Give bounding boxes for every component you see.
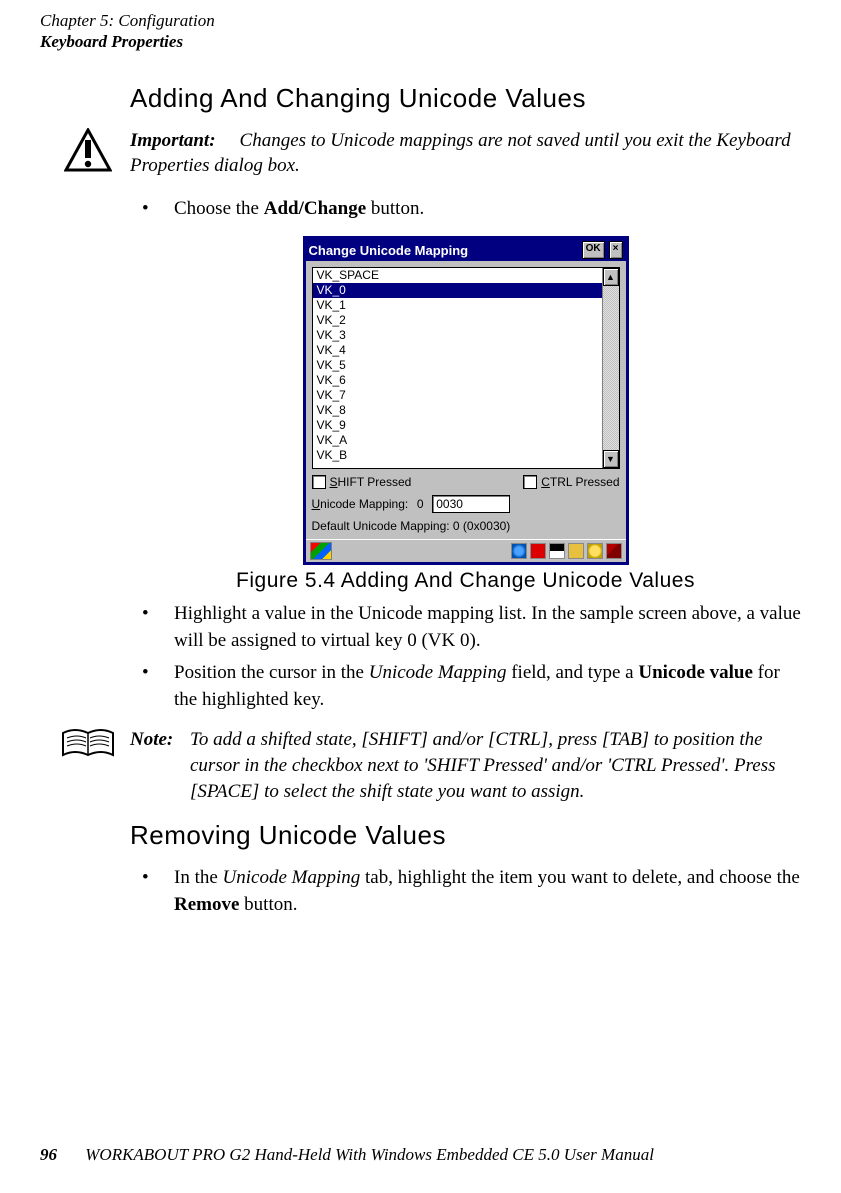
list-item[interactable]: VK_7 [313, 388, 602, 403]
page-footer: 96 WORKABOUT PRO G2 Hand-Held With Windo… [40, 1145, 654, 1165]
close-button[interactable]: × [609, 241, 623, 259]
list-item[interactable]: VK_8 [313, 403, 602, 418]
heading-adding: Adding And Changing Unicode Values [130, 83, 801, 114]
running-header: Chapter 5: Configuration Keyboard Proper… [40, 10, 801, 53]
tray-lock-icon[interactable] [568, 543, 584, 559]
bullet-highlight-value: Highlight a value in the Unicode mapping… [130, 601, 801, 654]
heading-removing: Removing Unicode Values [130, 820, 801, 851]
list-item[interactable]: VK_5 [313, 358, 602, 373]
tray-card-icon[interactable] [549, 543, 565, 559]
list-item[interactable]: VK_9 [313, 418, 602, 433]
scroll-up-icon[interactable]: ▲ [603, 268, 619, 286]
list-item[interactable]: VK_0 [313, 283, 602, 298]
list-item[interactable]: VK_3 [313, 328, 602, 343]
important-note: Important:Changes to Unicode mappings ar… [60, 128, 801, 180]
dialog-title: Change Unicode Mapping [309, 243, 578, 258]
note-label: Note: [130, 729, 173, 750]
list-item[interactable]: VK_B [313, 448, 602, 463]
tray-pen-icon[interactable] [606, 543, 622, 559]
note-text: To add a shifted state, [SHIFT] and/or [… [190, 729, 775, 801]
scroll-track[interactable] [603, 286, 619, 450]
taskbar [306, 539, 626, 562]
shift-pressed-checkbox[interactable]: SHIFT Pressed [312, 475, 412, 489]
section-line: Keyboard Properties [40, 31, 801, 52]
start-icon[interactable] [310, 542, 332, 560]
bullet-remove: In the Unicode Mapping tab, highlight th… [130, 865, 801, 918]
list-item[interactable]: VK_6 [313, 373, 602, 388]
list-item[interactable]: VK_1 [313, 298, 602, 313]
list-item[interactable]: VK_SPACE [313, 268, 602, 283]
ctrl-pressed-checkbox[interactable]: CTRL Pressed [523, 475, 619, 489]
scroll-down-icon[interactable]: ▼ [603, 450, 619, 468]
bullet-choose-addchange: Choose the Add/Change button. [130, 196, 801, 223]
bullet-position-cursor: Position the cursor in the Unicode Mappi… [130, 660, 801, 713]
dialog-change-unicode-mapping: Change Unicode Mapping OK × VK_SPACE VK_… [303, 236, 629, 565]
unicode-mapping-label: Unicode Mapping: [312, 497, 409, 511]
book-icon [60, 727, 116, 761]
tray-status-icon[interactable] [530, 543, 546, 559]
important-text: Changes to Unicode mappings are not save… [130, 130, 791, 177]
unicode-mapping-input[interactable] [432, 495, 510, 513]
tray-globe-icon[interactable] [511, 543, 527, 559]
unicode-current: 0 [414, 497, 426, 511]
tray-bulb-icon[interactable] [587, 543, 603, 559]
note-block: Note: To add a shifted state, [SHIFT] an… [60, 727, 801, 804]
dialog-titlebar: Change Unicode Mapping OK × [306, 239, 626, 261]
list-item[interactable]: VK_4 [313, 343, 602, 358]
important-label: Important: [130, 130, 216, 151]
scrollbar[interactable]: ▲ ▼ [602, 268, 619, 468]
manual-title: WORKABOUT PRO G2 Hand-Held With Windows … [85, 1145, 654, 1164]
default-mapping-label: Default Unicode Mapping: 0 (0x0030) [312, 519, 511, 533]
warning-icon [60, 128, 116, 180]
ok-button[interactable]: OK [582, 241, 605, 259]
figure-caption: Figure 5.4 Adding And Change Unicode Val… [130, 569, 801, 593]
list-item[interactable]: VK_A [313, 433, 602, 448]
vk-listbox[interactable]: VK_SPACE VK_0 VK_1 VK_2 VK_3 VK_4 VK_5 V… [312, 267, 620, 469]
page-number: 96 [40, 1145, 57, 1164]
list-item[interactable]: VK_2 [313, 313, 602, 328]
chapter-line: Chapter 5: Configuration [40, 10, 801, 31]
system-tray [511, 543, 622, 559]
